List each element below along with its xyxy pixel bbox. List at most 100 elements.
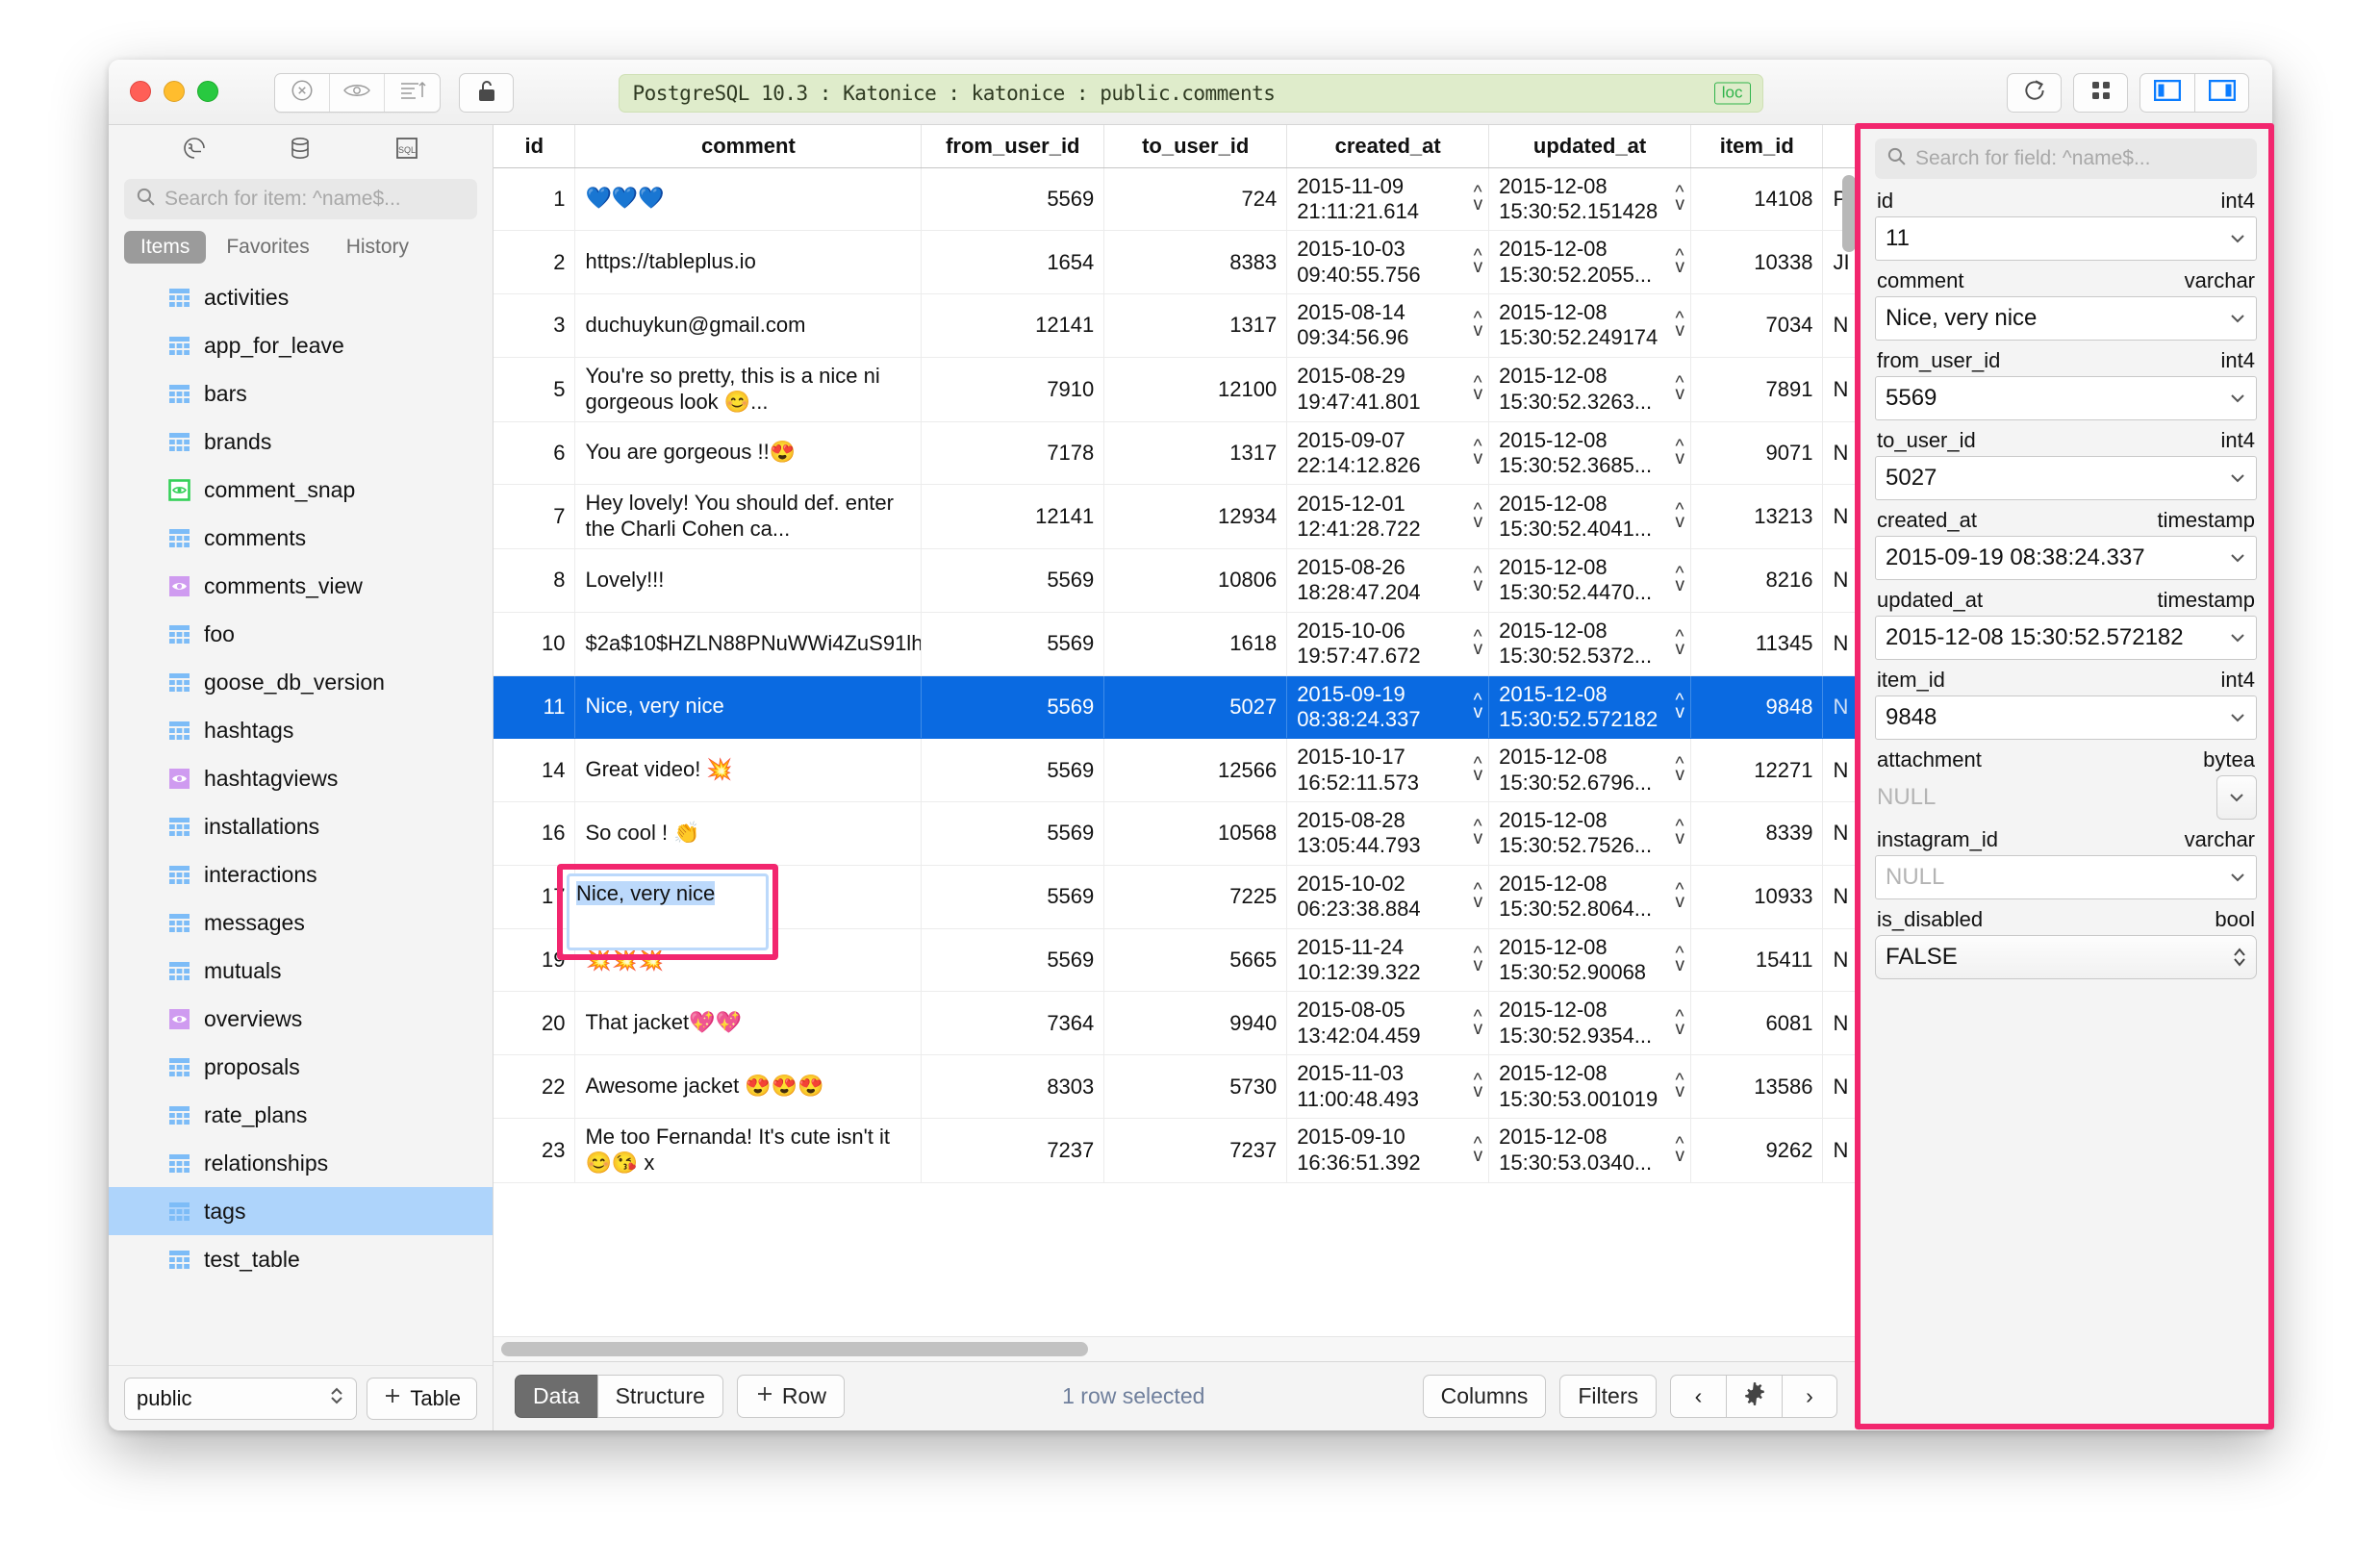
field-input-from_user_id[interactable]: 5569 <box>1875 376 2257 420</box>
cell-attachment[interactable]: N <box>1822 421 1859 486</box>
cell-item-id[interactable]: 10933 <box>1690 865 1824 929</box>
cell-attachment[interactable]: N <box>1822 928 1859 993</box>
cell-id[interactable]: 8 <box>494 548 576 613</box>
lock-button[interactable] <box>459 73 514 113</box>
cell-id[interactable]: 19 <box>494 928 576 993</box>
cell-item-id[interactable]: 7034 <box>1690 293 1824 358</box>
cell-to-user-id[interactable]: 8383 <box>1103 230 1288 295</box>
cell-item-id[interactable]: 7891 <box>1690 357 1824 422</box>
cell-to-user-id[interactable]: 12566 <box>1103 738 1288 803</box>
cell-id[interactable]: 5 <box>494 357 576 422</box>
table-row[interactable]: 8 Lovely!!! 5569 10806 2015-08-26 18:28:47.20… <box>494 548 1859 613</box>
cell-created-at[interactable]: 2015-10-03 09:40:55.756 ^ v <box>1286 230 1490 295</box>
sort-button[interactable] <box>385 74 440 112</box>
cell-attachment[interactable]: N <box>1822 991 1859 1056</box>
sidebar-item-proposals[interactable]: proposals <box>109 1043 493 1091</box>
cell-created-at[interactable]: 2015-10-06 19:57:47.672 ^ v <box>1286 612 1490 676</box>
cell-item-id[interactable]: 10338 <box>1690 230 1824 295</box>
timestamp-stepper[interactable]: ^ v <box>1676 374 1685 403</box>
maximize-window-button[interactable] <box>197 81 218 102</box>
table-row[interactable]: 5 You're so pretty, this is a nice ni gor… <box>494 357 1859 422</box>
cell-created-at[interactable]: 2015-12-01 12:41:28.722 ^ v <box>1286 484 1490 549</box>
cell-from-user-id[interactable]: 7364 <box>921 991 1105 1056</box>
grid-header-from_user_id[interactable]: from_user_id <box>921 125 1105 168</box>
cell-attachment[interactable]: N <box>1822 801 1859 866</box>
timestamp-stepper[interactable]: ^ v <box>1474 1072 1483 1100</box>
cell-to-user-id[interactable]: 12100 <box>1103 357 1288 422</box>
timestamp-stepper[interactable]: ^ v <box>1676 882 1685 911</box>
field-input-id[interactable]: 11 <box>1875 216 2257 261</box>
cell-to-user-id[interactable]: 7237 <box>1103 1118 1288 1183</box>
columns-button[interactable]: Columns <box>1422 1375 1547 1418</box>
cell-from-user-id[interactable]: 5569 <box>921 675 1105 740</box>
cancel-query-button[interactable] <box>275 74 330 112</box>
toggle-right-sidebar-button[interactable] <box>2194 73 2249 113</box>
cell-id[interactable]: 3 <box>494 293 576 358</box>
cell-item-id[interactable]: 6081 <box>1690 991 1824 1056</box>
grid-settings-button[interactable] <box>1726 1375 1782 1418</box>
cell-comment[interactable]: $2a$10$HZLN88PNuWWi4ZuS91lh8dR98ljt0khlv… <box>574 612 923 676</box>
timestamp-stepper[interactable]: ^ v <box>1474 1008 1483 1037</box>
timestamp-stepper[interactable]: ^ v <box>1676 247 1685 276</box>
table-row[interactable]: 23 Me too Fernanda! It's cute isn't it 😊😘… <box>494 1118 1859 1183</box>
tab-favorites[interactable]: Favorites <box>210 231 325 264</box>
cell-to-user-id[interactable]: 12934 <box>1103 484 1288 549</box>
timestamp-stepper[interactable]: ^ v <box>1676 502 1685 531</box>
cell-updated-at[interactable]: 2015-12-08 15:30:52.90068 ^ v <box>1488 928 1692 993</box>
cell-id[interactable]: 1 <box>494 167 576 232</box>
timestamp-stepper[interactable]: ^ v <box>1474 311 1483 340</box>
cell-id[interactable]: 14 <box>494 738 576 803</box>
timestamp-stepper[interactable]: ^ v <box>1474 755 1483 784</box>
add-row-button[interactable]: Row <box>736 1375 845 1418</box>
cell-comment[interactable]: Great video! 💥 <box>574 738 923 803</box>
cell-to-user-id[interactable]: 7225 <box>1103 865 1288 929</box>
cell-to-user-id[interactable]: 9940 <box>1103 991 1288 1056</box>
sidebar-item-messages[interactable]: messages <box>109 898 493 947</box>
timestamp-stepper[interactable]: ^ v <box>1474 438 1483 467</box>
cell-updated-at[interactable]: 2015-12-08 15:30:53.0340... ^ v <box>1488 1118 1692 1183</box>
cell-item-id[interactable]: 9848 <box>1690 675 1824 740</box>
cell-id[interactable]: 20 <box>494 991 576 1056</box>
cell-id[interactable]: 2 <box>494 230 576 295</box>
cell-id[interactable]: 6 <box>494 421 576 486</box>
minimize-window-button[interactable] <box>164 81 185 102</box>
sidebar-search-input[interactable]: Search for item: ^name$... <box>124 179 477 219</box>
cell-created-at[interactable]: 2015-09-07 22:14:12.826 ^ v <box>1286 421 1490 486</box>
cell-item-id[interactable]: 14108 <box>1690 167 1824 232</box>
cell-attachment[interactable]: N <box>1822 738 1859 803</box>
cell-from-user-id[interactable]: 12141 <box>921 484 1105 549</box>
cell-updated-at[interactable]: 2015-12-08 15:30:52.3263... ^ v <box>1488 357 1692 422</box>
cell-to-user-id[interactable]: 5730 <box>1103 1054 1288 1119</box>
timestamp-stepper[interactable]: ^ v <box>1676 692 1685 721</box>
cell-comment[interactable]: So cool ! 👏 <box>574 801 923 866</box>
table-row[interactable]: 2 https://tableplus.io 1654 8383 2015-10-03 0… <box>494 230 1859 295</box>
cell-from-user-id[interactable]: 8303 <box>921 1054 1105 1119</box>
sidebar-item-overviews[interactable]: overviews <box>109 995 493 1043</box>
table-row[interactable]: 1 💙💙💙 5569 724 2015-11-09 21:11:21.614 ^ v 2015-… <box>494 167 1859 232</box>
timestamp-stepper[interactable]: ^ v <box>1676 311 1685 340</box>
cell-item-id[interactable]: 9262 <box>1690 1118 1824 1183</box>
sidebar-item-hashtags[interactable]: hashtags <box>109 706 493 754</box>
cell-id[interactable]: 17 <box>494 865 576 929</box>
cell-comment[interactable]: Lovely!!! <box>574 548 923 613</box>
cell-updated-at[interactable]: 2015-12-08 15:30:52.7526... ^ v <box>1488 801 1692 866</box>
cell-from-user-id[interactable]: 1654 <box>921 230 1105 295</box>
table-row[interactable]: 16 So cool ! 👏 5569 10568 2015-08-28 13:05:44… <box>494 801 1859 866</box>
cell-created-at[interactable]: 2015-08-26 18:28:47.204 ^ v <box>1286 548 1490 613</box>
cell-from-user-id[interactable]: 5569 <box>921 612 1105 676</box>
table-row[interactable]: 22 Awesome jacket 😍😍😍 8303 5730 2015-11-03 11… <box>494 1054 1859 1119</box>
field-input-is_disabled[interactable]: FALSE <box>1875 935 2257 979</box>
cell-attachment[interactable]: N <box>1822 675 1859 740</box>
sidebar-item-test_table[interactable]: test_table <box>109 1235 493 1283</box>
table-row[interactable]: 11 Nice, very nice 5569 5027 2015-09-19 08:38… <box>494 675 1859 740</box>
toggle-left-sidebar-button[interactable] <box>2139 73 2194 113</box>
timestamp-stepper[interactable]: ^ v <box>1676 1008 1685 1037</box>
preview-button[interactable] <box>330 74 385 112</box>
cell-item-id[interactable]: 13586 <box>1690 1054 1824 1119</box>
timestamp-stepper[interactable]: ^ v <box>1474 566 1483 594</box>
tab-items[interactable]: Items <box>124 231 207 264</box>
cell-item-id[interactable]: 12271 <box>1690 738 1824 803</box>
cell-item-id[interactable]: 8216 <box>1690 548 1824 613</box>
timestamp-stepper[interactable]: ^ v <box>1676 755 1685 784</box>
timestamp-stepper[interactable]: ^ v <box>1474 819 1483 847</box>
